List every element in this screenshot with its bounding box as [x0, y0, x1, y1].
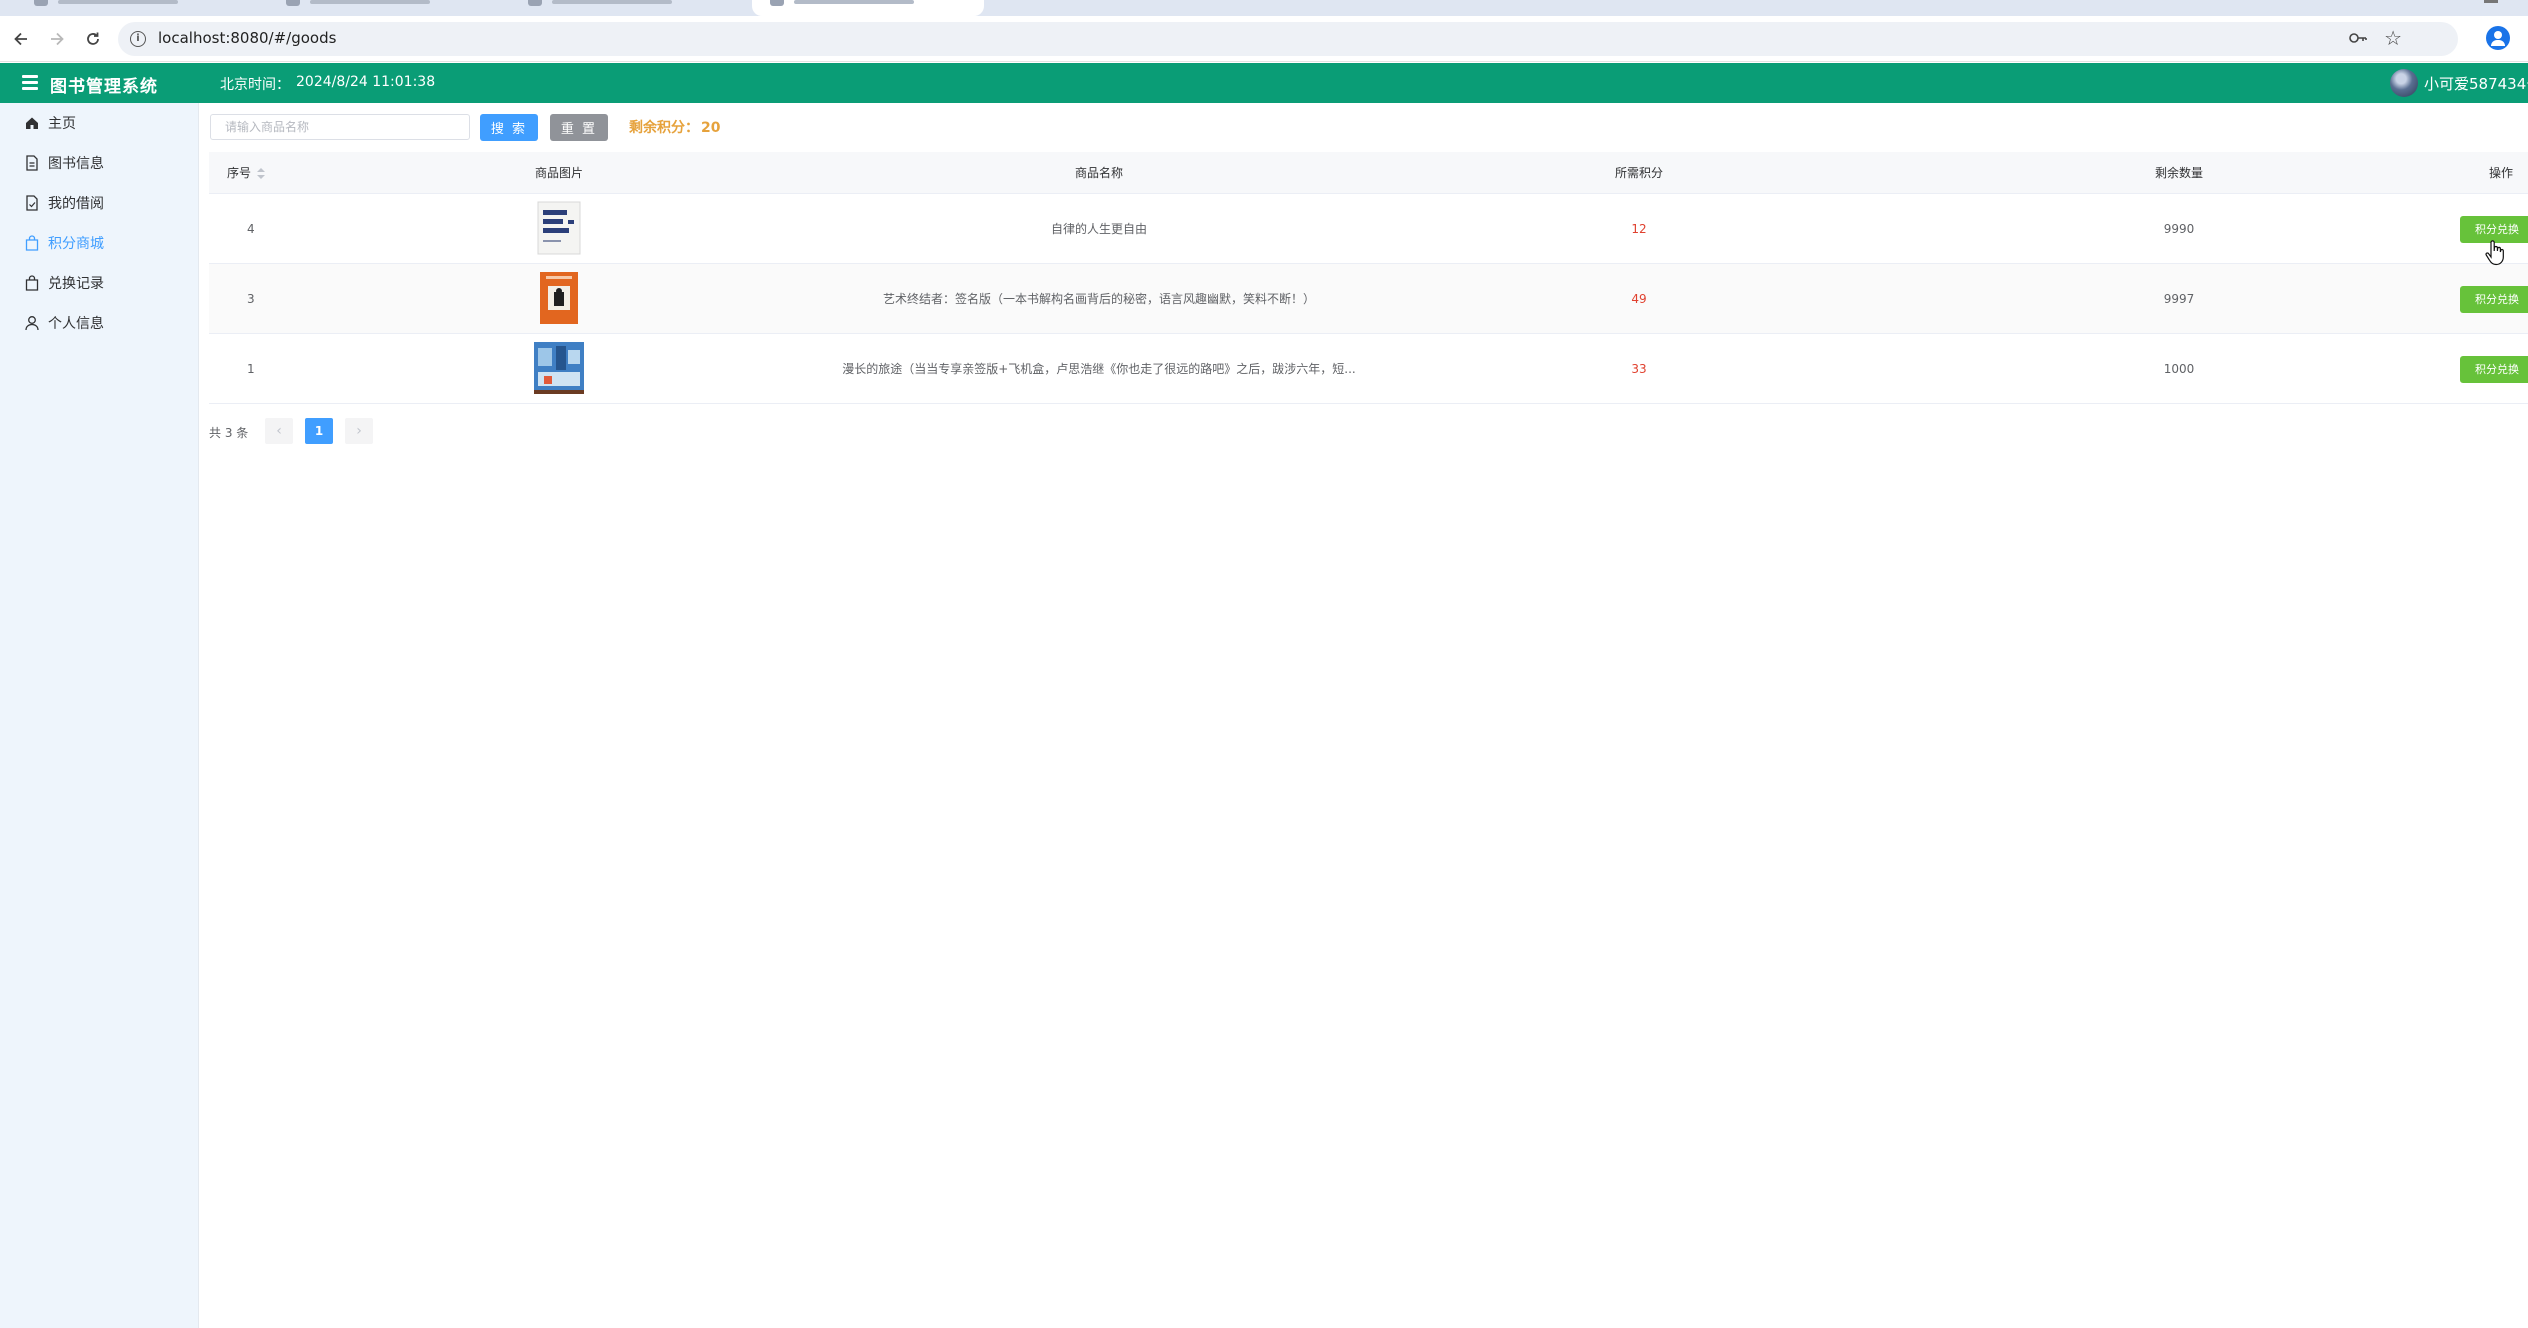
- column-header-stock: 剩余数量: [2155, 166, 2204, 180]
- goods-name: 艺术终结者：签名版（一本书解构名画背后的秘密，语言风趣幽默，笑料不断！）: [882, 292, 1316, 306]
- row-id: 4: [247, 222, 255, 236]
- sidebar-item-book-info[interactable]: 图书信息: [0, 143, 199, 183]
- sidebar-item-points-mall[interactable]: 积分商城: [0, 223, 199, 263]
- sidebar-item-label: 图书信息: [48, 156, 104, 172]
- user-icon: [24, 315, 40, 331]
- site-info-icon[interactable]: i: [130, 31, 146, 47]
- sidebar-item-label: 兑换记录: [48, 276, 104, 292]
- clock-label: 北京时间：: [220, 77, 290, 93]
- tab-favicon-icon: [34, 0, 48, 6]
- book-cover-image[interactable]: [534, 270, 584, 326]
- sidebar-item-label: 我的借阅: [48, 196, 104, 212]
- table-row: 3 艺术终结者：签名版（一本书解构名画背后的秘密，语言风趣幽默，笑料不断！） 4…: [209, 264, 2528, 334]
- forward-arrow-icon[interactable]: [42, 24, 72, 54]
- remaining-points-value: 20: [701, 120, 721, 136]
- sort-caret-icon[interactable]: [257, 167, 266, 180]
- table-row: 4 自律的人生更自由 12 9990 积分兑换: [209, 194, 2528, 264]
- search-button[interactable]: 搜 索: [480, 114, 538, 141]
- page-number-button[interactable]: 1: [305, 418, 333, 444]
- required-points: 12: [1631, 222, 1647, 236]
- address-url[interactable]: localhost:8080/#/goods: [158, 29, 336, 47]
- table-row: 1 漫长的旅途（当当专享亲签版+飞机盒，卢思浩继《你也走了很远的路吧》之后，跋涉…: [209, 334, 2528, 404]
- exchange-button[interactable]: 积分兑换: [2460, 286, 2528, 313]
- remaining-points-label: 剩余积分：: [629, 120, 699, 136]
- app-header: 图书管理系统 北京时间： 2024/8/24 11:01:38 小可爱58743…: [0, 63, 2528, 103]
- column-header-image: 商品图片: [535, 166, 584, 180]
- goods-name: 自律的人生更自由: [1050, 222, 1148, 236]
- shopping-bag-icon: [24, 235, 40, 251]
- sidebar-item-exchange-records[interactable]: 兑换记录: [0, 263, 199, 303]
- reset-button[interactable]: 重 置: [550, 114, 608, 141]
- sidebar-item-label: 个人信息: [48, 316, 104, 332]
- table-header: 序号 商品图片 商品名称 所需积分 剩余数量 操作: [209, 152, 2528, 194]
- browser-tab[interactable]: [510, 0, 750, 16]
- required-points: 33: [1631, 362, 1647, 376]
- search-input[interactable]: [210, 114, 470, 140]
- remaining-points: 剩余积分： 20: [629, 117, 720, 137]
- stock-quantity: 1000: [2163, 362, 2195, 376]
- sidebar: 主页 图书信息 我的借阅 积分商城 兑换记录 个人信息: [0, 103, 199, 1328]
- password-key-icon[interactable]: [2348, 30, 2368, 46]
- goods-name: 漫长的旅途（当当专享亲签版+飞机盒，卢思浩继《你也走了很远的路吧》之后，跋涉六年…: [842, 362, 1356, 376]
- column-header-name: 商品名称: [1075, 166, 1124, 180]
- sidebar-item-my-borrow[interactable]: 我的借阅: [0, 183, 199, 223]
- stock-quantity: 9997: [2163, 292, 2195, 306]
- menu-hamburger-icon[interactable]: [22, 75, 38, 90]
- book-cover-image[interactable]: [534, 200, 584, 256]
- column-header-action: 操作: [2489, 166, 2514, 180]
- back-arrow-icon[interactable]: [6, 24, 36, 54]
- prev-page-chevron-icon[interactable]: ‹: [265, 418, 293, 444]
- column-header-id[interactable]: 序号: [227, 152, 266, 194]
- exchange-button[interactable]: 积分兑换: [2460, 216, 2528, 243]
- goods-table: 序号 商品图片 商品名称 所需积分 剩余数量 操作 4 自律的人生更自由 12 …: [209, 152, 2528, 404]
- browser-tab-active[interactable]: [752, 0, 984, 16]
- user-name[interactable]: 小可爱587434号: [2424, 73, 2528, 94]
- sidebar-item-profile[interactable]: 个人信息: [0, 303, 199, 343]
- clock-value: 2024/8/24 11:01:38: [296, 74, 436, 90]
- home-icon: [24, 115, 40, 131]
- tab-favicon-icon: [528, 0, 542, 6]
- reload-icon[interactable]: [78, 24, 108, 54]
- bookmark-star-icon[interactable]: ☆: [2384, 26, 2402, 50]
- document-icon: [24, 155, 40, 171]
- required-points: 49: [1631, 292, 1647, 306]
- browser-toolbar: i localhost:8080/#/goods ☆: [0, 16, 2528, 62]
- hand-pointer-cursor-icon: [2484, 240, 2504, 266]
- app-title: 图书管理系统: [50, 77, 158, 97]
- stock-quantity: 9990: [2163, 222, 2195, 236]
- sidebar-item-label: 主页: [48, 116, 76, 132]
- shopping-bag-icon: [24, 275, 40, 291]
- row-id: 1: [247, 362, 255, 376]
- tab-favicon-icon: [770, 0, 784, 6]
- address-bar[interactable]: i localhost:8080/#/goods ☆: [118, 22, 2458, 56]
- exchange-button[interactable]: 积分兑换: [2460, 356, 2528, 383]
- row-id: 3: [247, 292, 255, 306]
- sidebar-item-label: 积分商城: [48, 236, 104, 252]
- browser-tab[interactable]: [16, 0, 266, 16]
- book-cover-image[interactable]: [534, 340, 584, 396]
- browser-profile-icon[interactable]: [2486, 26, 2510, 50]
- pagination-total: 共 3 条: [209, 426, 249, 440]
- column-header-points: 所需积分: [1615, 166, 1664, 180]
- browser-tab-strip: [0, 0, 2528, 16]
- tab-favicon-icon: [286, 0, 300, 6]
- user-avatar[interactable]: [2390, 69, 2418, 97]
- minimize-window-icon[interactable]: [2484, 0, 2498, 3]
- sidebar-item-home[interactable]: 主页: [0, 103, 199, 143]
- next-page-chevron-icon[interactable]: ›: [345, 418, 373, 444]
- new-tab-icon[interactable]: [1000, 0, 1012, 6]
- document-check-icon: [24, 195, 40, 211]
- browser-tab[interactable]: [268, 0, 508, 16]
